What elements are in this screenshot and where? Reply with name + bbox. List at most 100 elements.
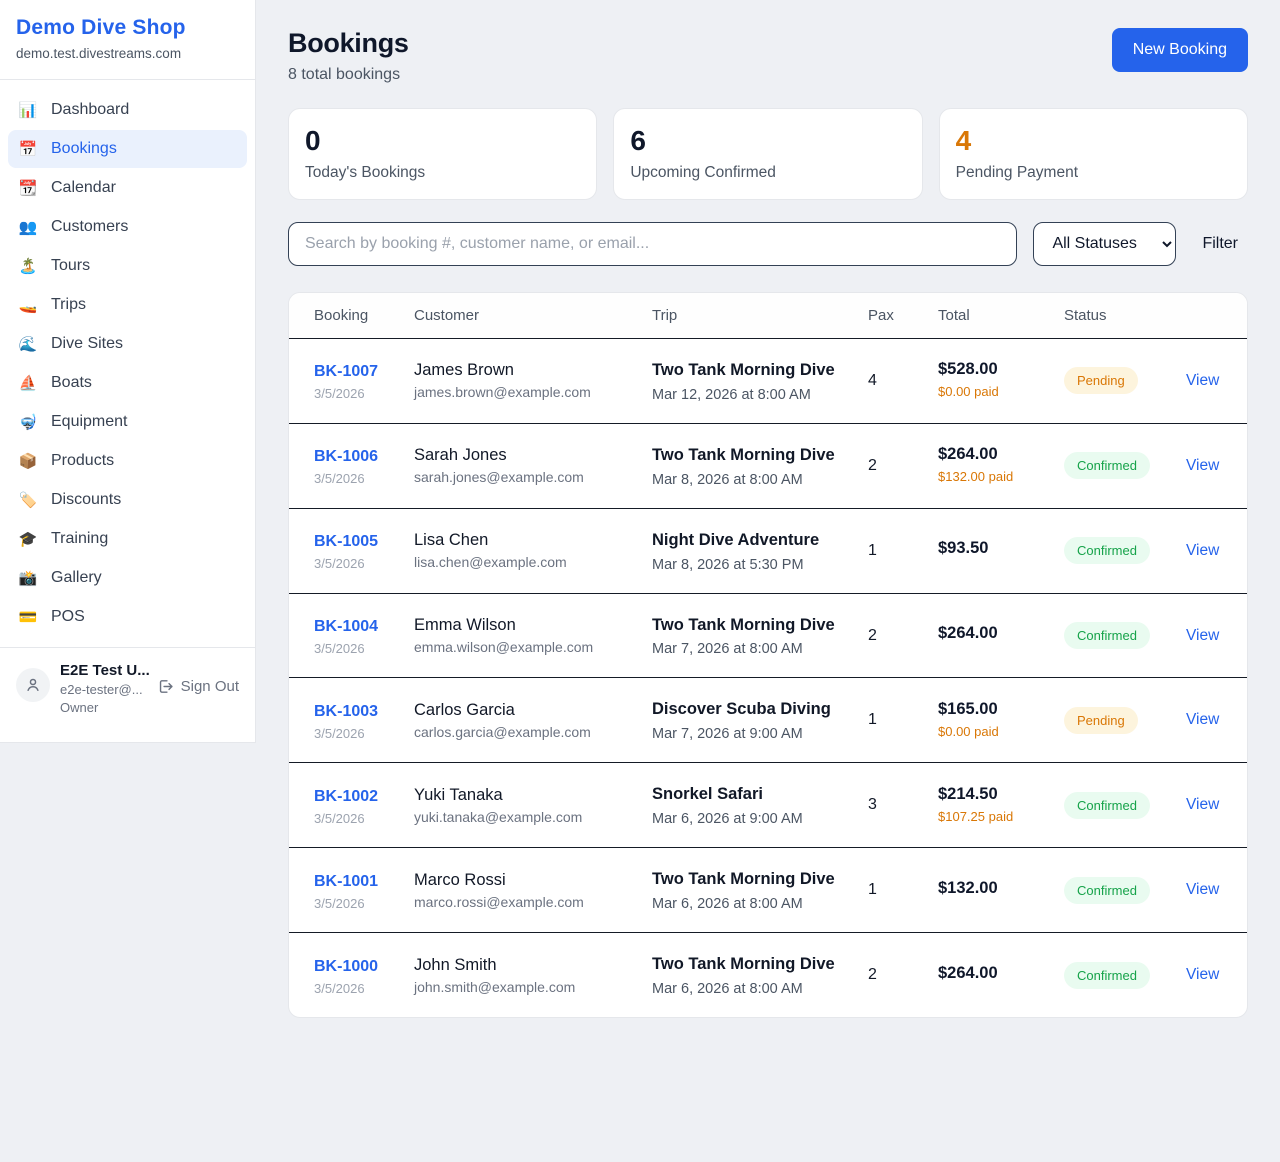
filter-button[interactable]: Filter: [1192, 235, 1248, 253]
customer-email: marco.rossi@example.com: [414, 894, 628, 910]
status-badge: Confirmed: [1064, 792, 1150, 819]
speedboat-icon: 🚤: [18, 296, 38, 314]
pax-value: 1: [868, 711, 877, 728]
col-header-actions: [1174, 293, 1247, 339]
total-value: $132.00: [938, 879, 1040, 898]
table-row: BK-1000 3/5/2026 John Smith john.smith@e…: [289, 933, 1247, 1017]
sidebar-item-label: Training: [51, 530, 108, 548]
sidebar-item-tours[interactable]: 🏝️ Tours: [8, 247, 247, 285]
booking-link[interactable]: BK-1002: [314, 785, 378, 808]
sidebar-item-training[interactable]: 🎓 Training: [8, 520, 247, 558]
sidebar-item-gallery[interactable]: 📸 Gallery: [8, 559, 247, 597]
sidebar-item-calendar[interactable]: 📆 Calendar: [8, 169, 247, 207]
view-link[interactable]: View: [1186, 627, 1219, 644]
customer-name: James Brown: [414, 361, 628, 380]
trip-datetime: Mar 7, 2026 at 9:00 AM: [652, 726, 844, 742]
graduation-cap-icon: 🎓: [18, 530, 38, 548]
booking-link[interactable]: BK-1000: [314, 955, 378, 978]
customer-name: Sarah Jones: [414, 446, 628, 465]
camera-icon: 📸: [18, 569, 38, 587]
filter-controls: All Statuses Filter: [288, 222, 1248, 266]
trip-datetime: Mar 6, 2026 at 8:00 AM: [652, 981, 844, 997]
customer-name: Yuki Tanaka: [414, 786, 628, 805]
view-link[interactable]: View: [1186, 966, 1219, 983]
search-input[interactable]: [288, 222, 1017, 266]
user-email: e2e-tester@...: [60, 681, 147, 699]
customer-name: John Smith: [414, 956, 628, 975]
booking-link[interactable]: BK-1006: [314, 445, 378, 468]
sidebar-item-label: POS: [51, 608, 85, 626]
sidebar-item-bookings[interactable]: 📅 Bookings: [8, 130, 247, 168]
tearoff-calendar-icon: 📆: [18, 179, 38, 197]
sidebar-user-footer: E2E Test U... e2e-tester@... Owner Sign …: [0, 647, 255, 742]
trip-name: Night Dive Adventure: [652, 529, 844, 553]
sign-out-icon: [157, 678, 174, 695]
trip-name: Two Tank Morning Dive: [652, 614, 844, 638]
sidebar-item-pos[interactable]: 💳 POS: [8, 598, 247, 636]
status-filter-select[interactable]: All Statuses: [1033, 222, 1176, 266]
booking-link[interactable]: BK-1007: [314, 360, 378, 383]
pax-value: 1: [868, 542, 877, 559]
sidebar-item-label: Customers: [51, 218, 128, 236]
total-value: $264.00: [938, 624, 1040, 643]
table-row: BK-1004 3/5/2026 Emma Wilson emma.wilson…: [289, 593, 1247, 678]
sign-out-button[interactable]: Sign Out: [157, 678, 239, 695]
customer-name: Carlos Garcia: [414, 701, 628, 720]
pax-value: 3: [868, 796, 877, 813]
trip-name: Snorkel Safari: [652, 783, 844, 807]
view-link[interactable]: View: [1186, 372, 1219, 389]
view-link[interactable]: View: [1186, 881, 1219, 898]
total-value: $165.00: [938, 700, 1040, 719]
sidebar-item-dashboard[interactable]: 📊 Dashboard: [8, 91, 247, 129]
booking-link[interactable]: BK-1003: [314, 700, 378, 723]
customer-name: Lisa Chen: [414, 531, 628, 550]
status-badge: Confirmed: [1064, 452, 1150, 479]
trip-datetime: Mar 6, 2026 at 8:00 AM: [652, 896, 844, 912]
customer-email: yuki.tanaka@example.com: [414, 809, 628, 825]
total-value: $264.00: [938, 445, 1040, 464]
stat-card: 6 Upcoming Confirmed: [613, 108, 922, 200]
table-row: BK-1001 3/5/2026 Marco Rossi marco.rossi…: [289, 848, 1247, 933]
view-link[interactable]: View: [1186, 711, 1219, 728]
trip-datetime: Mar 8, 2026 at 5:30 PM: [652, 557, 844, 573]
customer-name: Emma Wilson: [414, 616, 628, 635]
view-link[interactable]: View: [1186, 542, 1219, 559]
booking-link[interactable]: BK-1001: [314, 870, 378, 893]
sailboat-icon: ⛵: [18, 374, 38, 392]
sidebar-item-discounts[interactable]: 🏷️ Discounts: [8, 481, 247, 519]
pax-value: 2: [868, 966, 877, 983]
sidebar-item-dive-sites[interactable]: 🌊 Dive Sites: [8, 325, 247, 363]
sidebar-item-label: Boats: [51, 374, 92, 392]
booking-link[interactable]: BK-1004: [314, 615, 378, 638]
sidebar-item-boats[interactable]: ⛵ Boats: [8, 364, 247, 402]
view-link[interactable]: View: [1186, 796, 1219, 813]
bookings-table-card: Booking Customer Trip Pax Total Status: [288, 292, 1248, 1018]
app-root: Demo Dive Shop demo.test.divestreams.com…: [0, 0, 1280, 1052]
package-icon: 📦: [18, 452, 38, 470]
booking-link[interactable]: BK-1005: [314, 530, 378, 553]
total-value: $264.00: [938, 964, 1040, 983]
sidebar-item-customers[interactable]: 👥 Customers: [8, 208, 247, 246]
sidebar-item-trips[interactable]: 🚤 Trips: [8, 286, 247, 324]
col-header-status: Status: [1052, 293, 1174, 339]
table-row: BK-1003 3/5/2026 Carlos Garcia carlos.ga…: [289, 678, 1247, 763]
booking-date: 3/5/2026: [314, 386, 390, 401]
sidebar-item-equipment[interactable]: 🤿 Equipment: [8, 403, 247, 441]
sidebar-item-label: Discounts: [51, 491, 121, 509]
status-badge: Confirmed: [1064, 537, 1150, 564]
stat-value: 4: [956, 126, 1231, 157]
sidebar-item-products[interactable]: 📦 Products: [8, 442, 247, 480]
tag-icon: 🏷️: [18, 491, 38, 509]
new-booking-button[interactable]: New Booking: [1112, 28, 1248, 72]
stat-card: 4 Pending Payment: [939, 108, 1248, 200]
trip-name: Two Tank Morning Dive: [652, 953, 844, 977]
status-badge: Confirmed: [1064, 877, 1150, 904]
sidebar: Demo Dive Shop demo.test.divestreams.com…: [0, 0, 256, 743]
paid-value: $0.00 paid: [938, 723, 1040, 741]
table-row: BK-1007 3/5/2026 James Brown james.brown…: [289, 338, 1247, 423]
col-header-booking: Booking: [289, 293, 402, 339]
sidebar-item-label: Trips: [51, 296, 86, 314]
page-subtitle: 8 total bookings: [288, 66, 409, 84]
view-link[interactable]: View: [1186, 457, 1219, 474]
table-row: BK-1006 3/5/2026 Sarah Jones sarah.jones…: [289, 423, 1247, 508]
